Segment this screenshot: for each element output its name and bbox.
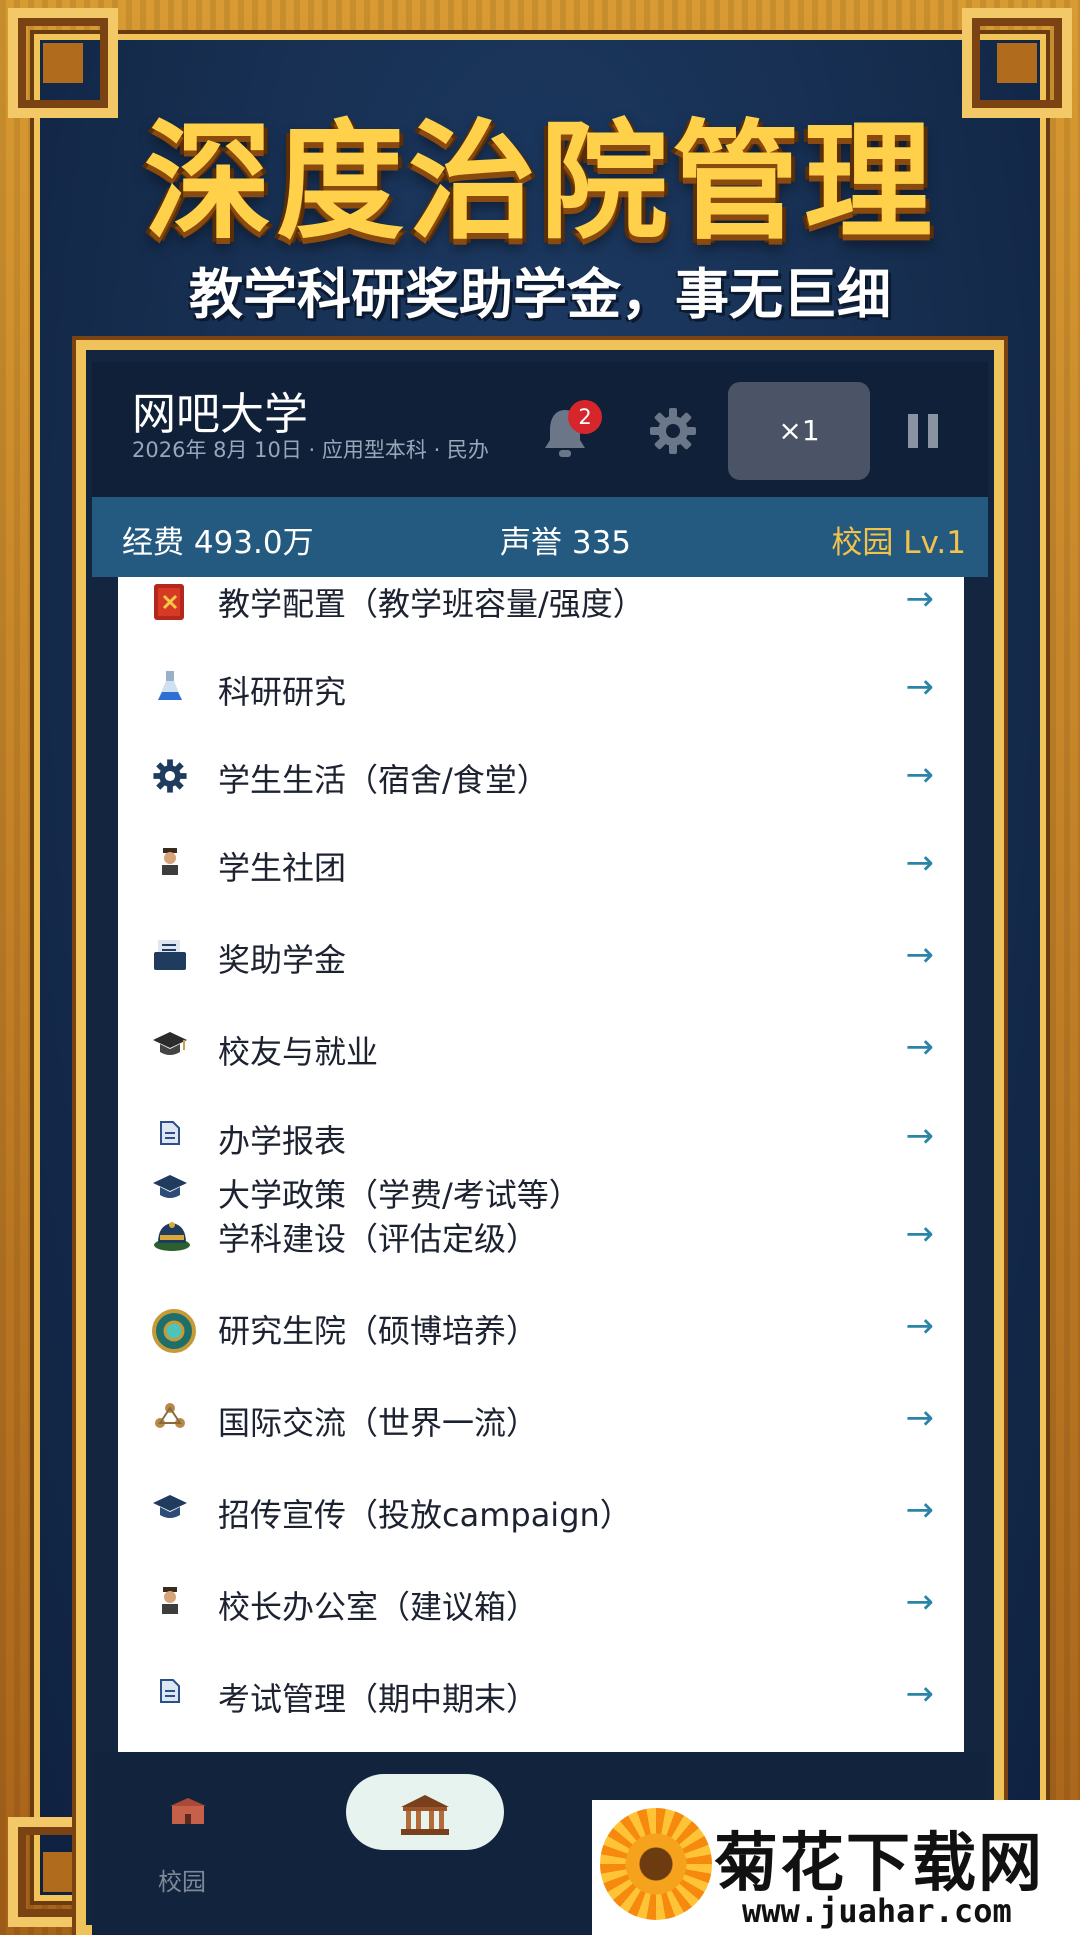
gear-icon [152,758,188,794]
menu-item-policy[interactable]: 大学政策（学费/考试等） [118,1160,964,1214]
menu-item-exams[interactable]: 考试管理（期中期末） → [118,1664,964,1724]
graduation-cap-icon [152,1493,188,1529]
menu-item-teaching[interactable]: 教学配置（教学班容量/强度） → [118,577,964,629]
menu-item-label: 学生生活（宿舍/食堂） [218,761,549,799]
menu-item-label: 学科建设（评估定级） [218,1220,539,1258]
flask-icon [152,670,188,706]
arrow-right-icon: → [905,843,935,883]
reputation-stat: 声誉 335 [500,525,632,561]
arrow-right-icon: → [905,1116,935,1156]
menu-item-label: 研究生院（硕博培养） [218,1312,539,1350]
menu-item-international[interactable]: 国际交流（世界一流） → [118,1388,964,1448]
menu-item-label: 科研研究 [218,673,347,711]
pause-icon[interactable] [908,414,940,448]
medallion-icon [152,1309,196,1353]
menu-item-president-office[interactable]: 校长办公室（建议箱） → [118,1572,964,1632]
flower-logo-icon [600,1808,712,1920]
menu-item-label: 奖助学金 [218,941,347,979]
arrow-right-icon: → [905,1674,935,1714]
watermark-logo: 菊花下载网 www.juahar.com [592,1800,1080,1935]
nav-management-button[interactable] [346,1774,504,1850]
stats-bar: 经费 493.0万 声誉 335 校园 Lv.1 [92,497,988,577]
school-meta: 2026年 8月 10日 · 应用型本科 · 民办 [132,438,489,462]
person-icon [152,846,188,882]
report-icon [152,1677,188,1713]
arrow-right-icon: → [905,1214,935,1254]
menu-item-label: 校长办公室（建议箱） [218,1588,539,1626]
graduation-cap-icon [152,1030,188,1066]
arrow-right-icon: → [905,1027,935,1067]
funds-stat: 经费 493.0万 [122,525,314,561]
campus-building-icon[interactable] [168,1796,208,1834]
red-book-icon [152,582,188,620]
report-icon [152,1119,188,1155]
arrow-right-icon: → [905,579,935,619]
speed-button[interactable]: ×1 [728,382,870,480]
nav-label-campus[interactable]: 校园 [158,1862,206,1897]
menu-item-label: 国际交流（世界一流） [218,1404,539,1442]
menu-item-label: 考试管理（期中期末） [218,1680,539,1718]
banner-subtitle: 教学科研奖助学金，事无巨细 [189,263,891,326]
menu-item-alumni[interactable]: 校友与就业 → [118,1017,964,1077]
arrow-right-icon: → [905,1582,935,1622]
menu-item-research[interactable]: 科研研究 → [118,657,964,717]
gear-icon[interactable] [648,406,698,456]
menu-item-clubs[interactable]: 学生社团 → [118,833,964,893]
banner-title: 深度治院管理 [143,108,936,257]
watermark-url: www.juahar.com [742,1892,1012,1930]
arrow-right-icon: → [905,935,935,975]
menu-item-label: 学生社团 [218,849,347,887]
menu-item-scholarships[interactable]: 奖助学金 → [118,925,964,985]
campus-level-stat[interactable]: 校园 Lv.1 [831,517,966,562]
menu-item-promotion[interactable]: 招传宣传（投放campaign） → [118,1480,964,1540]
menu-item-label: 办学报表 [218,1122,347,1160]
notification-badge: 2 [568,400,602,434]
arrow-right-icon: → [905,755,935,795]
menu-item-graduate-school[interactable]: 研究生院（硕博培养） → [118,1296,964,1356]
school-name: 网吧大学 [132,389,308,440]
arrow-right-icon: → [905,1306,935,1346]
document-tray-icon [152,938,188,974]
menu-item-label: 教学配置（教学班容量/强度） [218,585,645,623]
management-menu: 教学配置（教学班容量/强度） → 科研研究 → 学生生活（宿舍/食堂） → 学生… [118,577,964,1752]
arrow-right-icon: → [905,1398,935,1438]
person-icon [152,1585,188,1621]
menu-item-label: 招传宣传（投放campaign） [218,1496,632,1534]
library-building-icon [401,1794,449,1835]
menu-item-disciplines[interactable]: 学科建设（评估定级） → [118,1204,964,1264]
arrow-right-icon: → [905,1490,935,1530]
menu-item-reports[interactable]: 办学报表 → [118,1106,964,1166]
ornate-hat-icon [152,1217,190,1253]
menu-item-student-life[interactable]: 学生生活（宿舍/食堂） → [118,745,964,805]
watermark-title: 菊花下载网 [714,1827,1044,1901]
menu-item-label: 校友与就业 [218,1033,379,1071]
top-bar: 网吧大学 2026年 8月 10日 · 应用型本科 · 民办 2 ×1 [92,362,988,497]
arrow-right-icon: → [905,667,935,707]
network-icon [152,1401,188,1437]
